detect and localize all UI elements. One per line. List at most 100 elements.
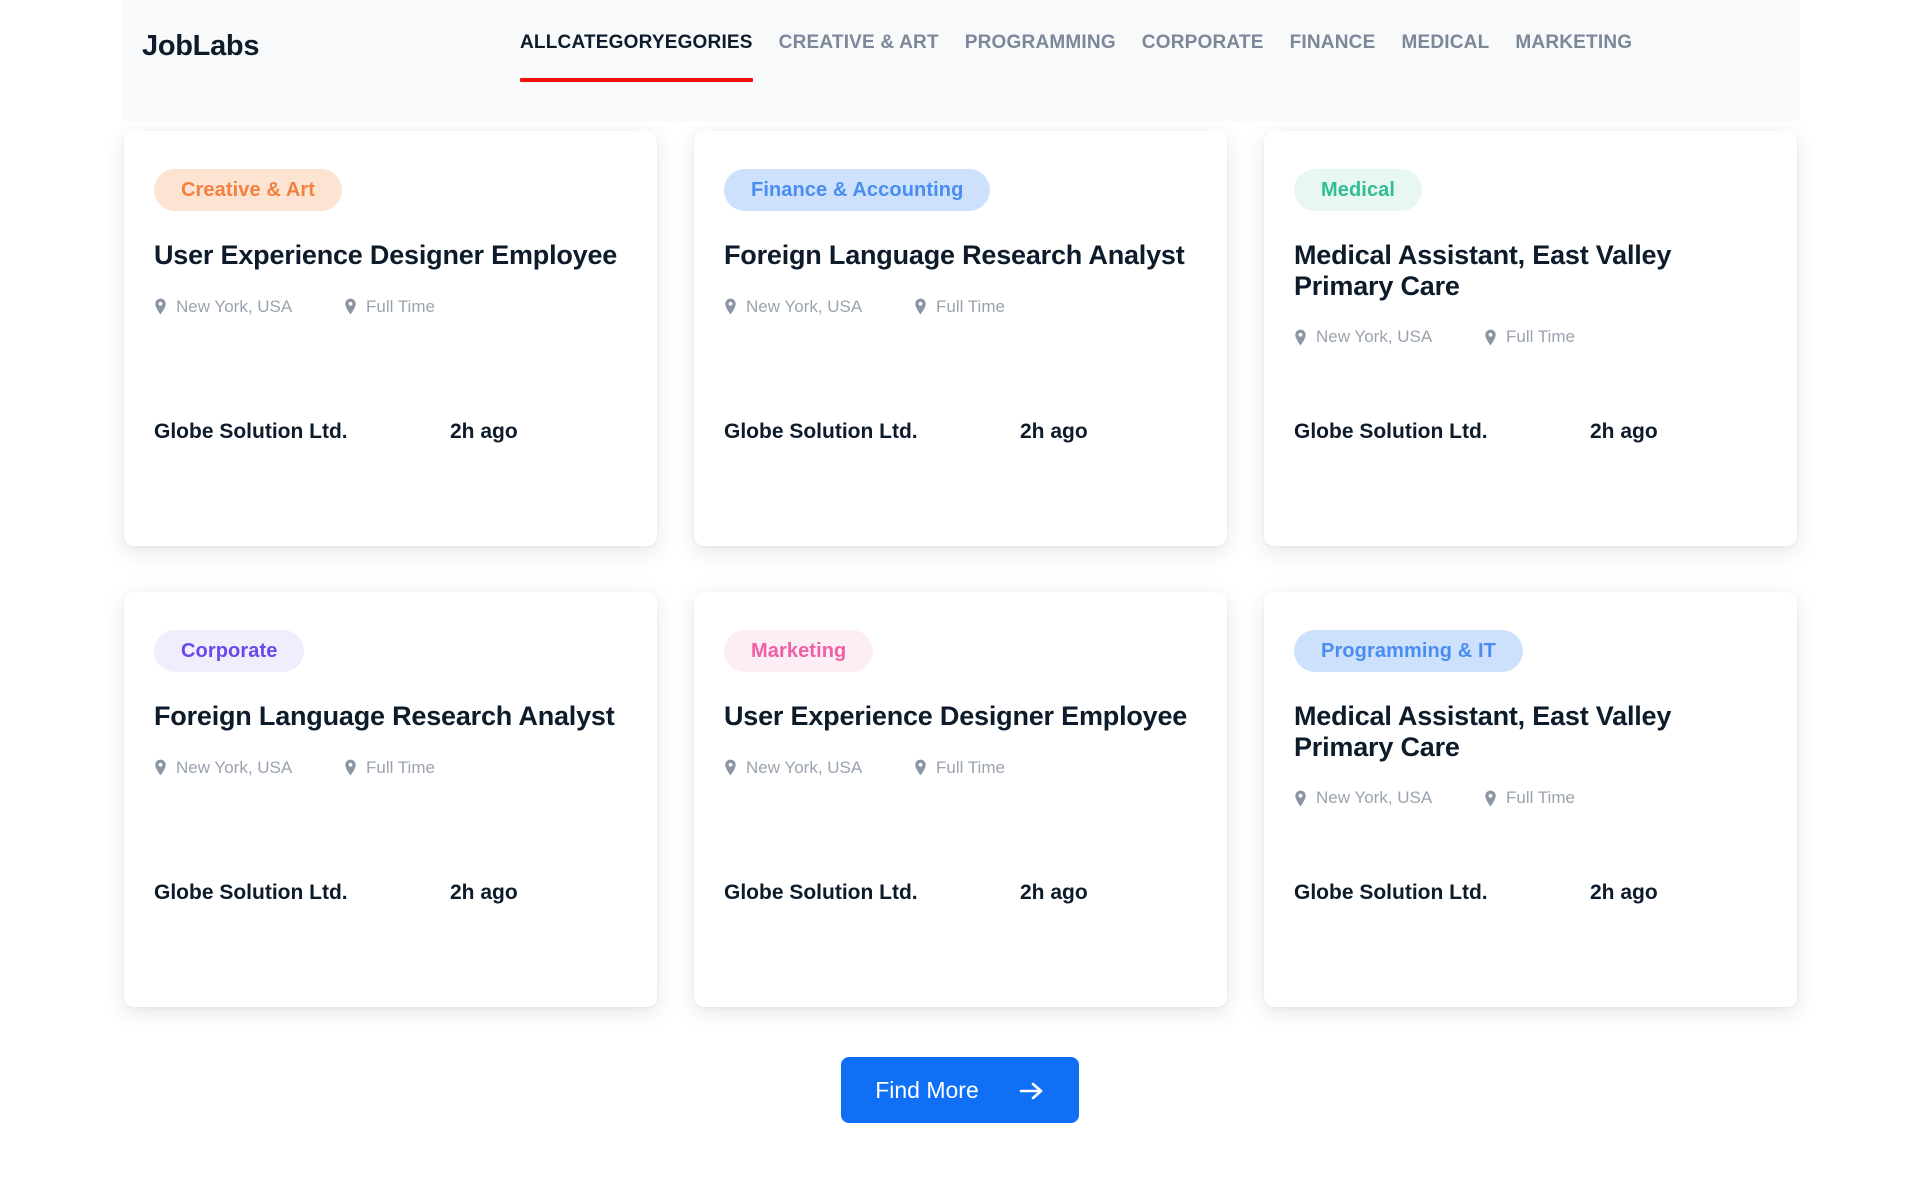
job-type-label: Full Time	[366, 297, 435, 317]
job-location-label: New York, USA	[176, 297, 292, 317]
job-card-footer: Globe Solution Ltd.2h ago	[1294, 881, 1767, 905]
map-pin-icon	[724, 759, 737, 776]
category-nav: ALLCATEGORYEGORIES CREATIVE & ART PROGRAMM…	[520, 32, 1632, 88]
find-more-container: Find More	[124, 1057, 1796, 1123]
job-title: User Experience Designer Employee	[154, 240, 624, 271]
job-card[interactable]: Creative & Art User Experience Designer E…	[124, 131, 657, 546]
nav-item-label: FINANCE	[1290, 32, 1376, 53]
job-title: User Experience Designer Employee	[724, 701, 1194, 732]
map-pin-icon	[1484, 790, 1497, 807]
map-pin-icon	[914, 759, 927, 776]
nav-item-label: ALLCATEGORYEGORIES	[520, 32, 753, 53]
job-type-label: Full Time	[366, 758, 435, 778]
map-pin-icon	[154, 759, 167, 776]
nav-item-finance[interactable]: FINANCE	[1290, 32, 1376, 60]
job-card-footer: Globe Solution Ltd.2h ago	[154, 420, 627, 444]
company-name: Globe Solution Ltd.	[1294, 420, 1590, 444]
nav-item-corporate[interactable]: CORPORATE	[1142, 32, 1264, 60]
job-type: Full Time	[1484, 788, 1575, 808]
nav-item-label: MEDICAL	[1401, 32, 1489, 53]
nav-item-label: CREATIVE & ART	[779, 32, 939, 53]
category-badge[interactable]: Finance & Accounting	[724, 169, 990, 211]
company-name: Globe Solution Ltd.	[724, 420, 1020, 444]
map-pin-icon	[1294, 329, 1307, 346]
job-type: Full Time	[344, 297, 435, 317]
job-meta-row: New York, USA Full Time	[154, 758, 627, 778]
nav-item-medical[interactable]: MEDICAL	[1401, 32, 1489, 60]
job-card-footer: Globe Solution Ltd.2h ago	[724, 420, 1197, 444]
nav-item-allcategoryegories[interactable]: ALLCATEGORYEGORIES	[520, 32, 753, 88]
job-card-footer: Globe Solution Ltd.2h ago	[724, 881, 1197, 905]
job-card[interactable]: Finance & Accounting Foreign Language Res…	[694, 131, 1227, 546]
job-meta-row: New York, USA Full Time	[154, 297, 627, 317]
brand-logo[interactable]: JobLabs	[142, 30, 259, 63]
find-more-button[interactable]: Find More	[841, 1057, 1079, 1123]
job-location: New York, USA	[724, 297, 914, 317]
find-more-label: Find More	[875, 1077, 979, 1104]
job-type-label: Full Time	[1506, 327, 1575, 347]
job-meta-row: New York, USA Full Time	[1294, 327, 1767, 347]
job-location-label: New York, USA	[1316, 327, 1432, 347]
job-listing-page: JobLabs ALLCATEGORYEGORIES CREATIVE & ART…	[0, 0, 1920, 1177]
map-pin-icon	[914, 298, 927, 315]
nav-item-programming[interactable]: PROGRAMMING	[965, 32, 1116, 60]
job-location-label: New York, USA	[176, 758, 292, 778]
category-badge[interactable]: Marketing	[724, 630, 873, 672]
category-badge[interactable]: Corporate	[154, 630, 304, 672]
map-pin-icon	[344, 759, 357, 776]
job-type: Full Time	[914, 758, 1005, 778]
nav-item-label: MARKETING	[1515, 32, 1632, 53]
job-type-label: Full Time	[936, 758, 1005, 778]
job-card[interactable]: Medical Medical Assistant, East Valley Pr…	[1264, 131, 1797, 546]
posted-time: 2h ago	[1020, 881, 1088, 905]
map-pin-icon	[724, 298, 737, 315]
posted-time: 2h ago	[450, 881, 518, 905]
job-location: New York, USA	[154, 758, 344, 778]
job-card-footer: Globe Solution Ltd.2h ago	[154, 881, 627, 905]
map-pin-icon	[1294, 790, 1307, 807]
job-meta-row: New York, USA Full Time	[724, 758, 1197, 778]
arrow-right-icon	[1019, 1080, 1045, 1100]
job-card[interactable]: Programming & IT Medical Assistant, East …	[1264, 592, 1797, 1007]
job-type: Full Time	[1484, 327, 1575, 347]
nav-item-marketing[interactable]: MARKETING	[1515, 32, 1632, 60]
posted-time: 2h ago	[450, 420, 518, 444]
job-title: Foreign Language Research Analyst	[154, 701, 624, 732]
job-type-label: Full Time	[1506, 788, 1575, 808]
nav-item-creative-art[interactable]: CREATIVE & ART	[779, 32, 939, 60]
job-meta-row: New York, USA Full Time	[1294, 788, 1767, 808]
job-type-label: Full Time	[936, 297, 1005, 317]
job-card-grid: Creative & Art User Experience Designer E…	[124, 131, 1796, 1007]
nav-item-label: PROGRAMMING	[965, 32, 1116, 53]
job-title: Medical Assistant, East Valley Primary C…	[1294, 701, 1764, 762]
job-location: New York, USA	[154, 297, 344, 317]
job-location: New York, USA	[1294, 327, 1484, 347]
category-badge[interactable]: Creative & Art	[154, 169, 342, 211]
company-name: Globe Solution Ltd.	[1294, 881, 1590, 905]
job-location-label: New York, USA	[746, 758, 862, 778]
category-badge[interactable]: Medical	[1294, 169, 1422, 211]
job-card-footer: Globe Solution Ltd.2h ago	[1294, 420, 1767, 444]
job-location: New York, USA	[724, 758, 914, 778]
job-title: Foreign Language Research Analyst	[724, 240, 1194, 271]
map-pin-icon	[344, 298, 357, 315]
nav-active-underline	[520, 78, 753, 82]
map-pin-icon	[1484, 329, 1497, 346]
job-title: Medical Assistant, East Valley Primary C…	[1294, 240, 1764, 301]
company-name: Globe Solution Ltd.	[154, 881, 450, 905]
map-pin-icon	[154, 298, 167, 315]
posted-time: 2h ago	[1020, 420, 1088, 444]
posted-time: 2h ago	[1590, 420, 1658, 444]
category-badge[interactable]: Programming & IT	[1294, 630, 1523, 672]
job-meta-row: New York, USA Full Time	[724, 297, 1197, 317]
company-name: Globe Solution Ltd.	[724, 881, 1020, 905]
site-header: JobLabs ALLCATEGORYEGORIES CREATIVE & ART…	[122, 0, 1800, 121]
job-type: Full Time	[914, 297, 1005, 317]
job-card[interactable]: Corporate Foreign Language Research Analy…	[124, 592, 657, 1007]
job-location-label: New York, USA	[746, 297, 862, 317]
nav-item-label: CORPORATE	[1142, 32, 1264, 53]
job-location-label: New York, USA	[1316, 788, 1432, 808]
job-location: New York, USA	[1294, 788, 1484, 808]
job-card[interactable]: Marketing User Experience Designer Employ…	[694, 592, 1227, 1007]
posted-time: 2h ago	[1590, 881, 1658, 905]
